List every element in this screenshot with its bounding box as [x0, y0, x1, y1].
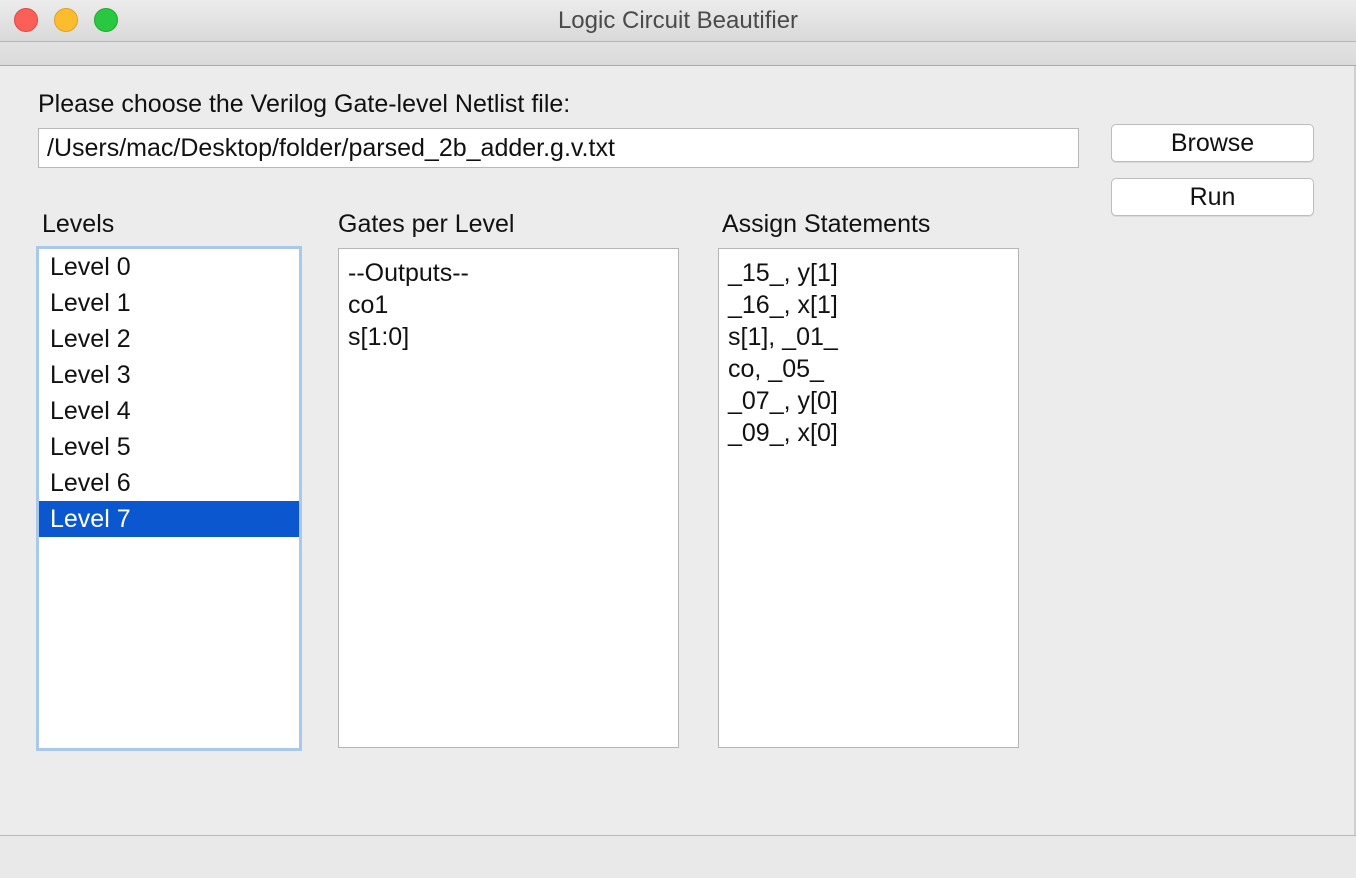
assign-line: _16_, x[1]	[728, 291, 838, 319]
netlist-path-input[interactable]	[38, 128, 1079, 168]
assign-statements-list[interactable]: _15_, y[1] _16_, x[1] s[1], _01_ co, _05_ _0…	[718, 248, 1019, 748]
gate-line: --Outputs--	[348, 259, 469, 287]
gates-per-level-list[interactable]: --Outputs-- co1 s[1:0]	[338, 248, 679, 748]
run-button[interactable]: Run	[1111, 178, 1314, 216]
levels-label: Levels	[42, 210, 115, 238]
level-list-item[interactable]: Level 6	[39, 465, 299, 501]
level-list-item[interactable]: Level 5	[39, 429, 299, 465]
browse-button[interactable]: Browse	[1111, 124, 1314, 162]
window-title: Logic Circuit Beautifier	[557, 7, 799, 34]
toolbar-strip	[0, 42, 1356, 66]
level-list-item[interactable]: Level 1	[39, 285, 299, 321]
levels-list[interactable]: Level 0 Level 1 Level 2 Level 3 Level 4 Level…	[36, 246, 302, 751]
assign-line: _15_, y[1]	[728, 259, 838, 287]
assign-line: co, _05_	[728, 355, 824, 383]
level-list-item[interactable]: Level 0	[39, 249, 299, 285]
title-bar: Logic Circuit Beautifier	[0, 0, 1356, 42]
gates-per-level-label: Gates per Level	[338, 210, 515, 238]
level-list-item[interactable]: Level 4	[39, 393, 299, 429]
assign-line: _07_, y[0]	[728, 387, 838, 415]
status-bar	[0, 835, 1356, 878]
assign-line: s[1], _01_	[728, 323, 838, 351]
assign-statements-label: Assign Statements	[722, 210, 931, 238]
gate-line: s[1:0]	[348, 323, 410, 351]
level-list-item[interactable]: Level 2	[39, 321, 299, 357]
file-prompt-label: Please choose the Verilog Gate-level Net…	[38, 90, 571, 118]
level-list-item[interactable]: Level 7	[39, 501, 299, 537]
assign-line: _09_, x[0]	[728, 419, 838, 447]
gate-line: co1	[348, 291, 389, 319]
level-list-item[interactable]: Level 3	[39, 357, 299, 393]
